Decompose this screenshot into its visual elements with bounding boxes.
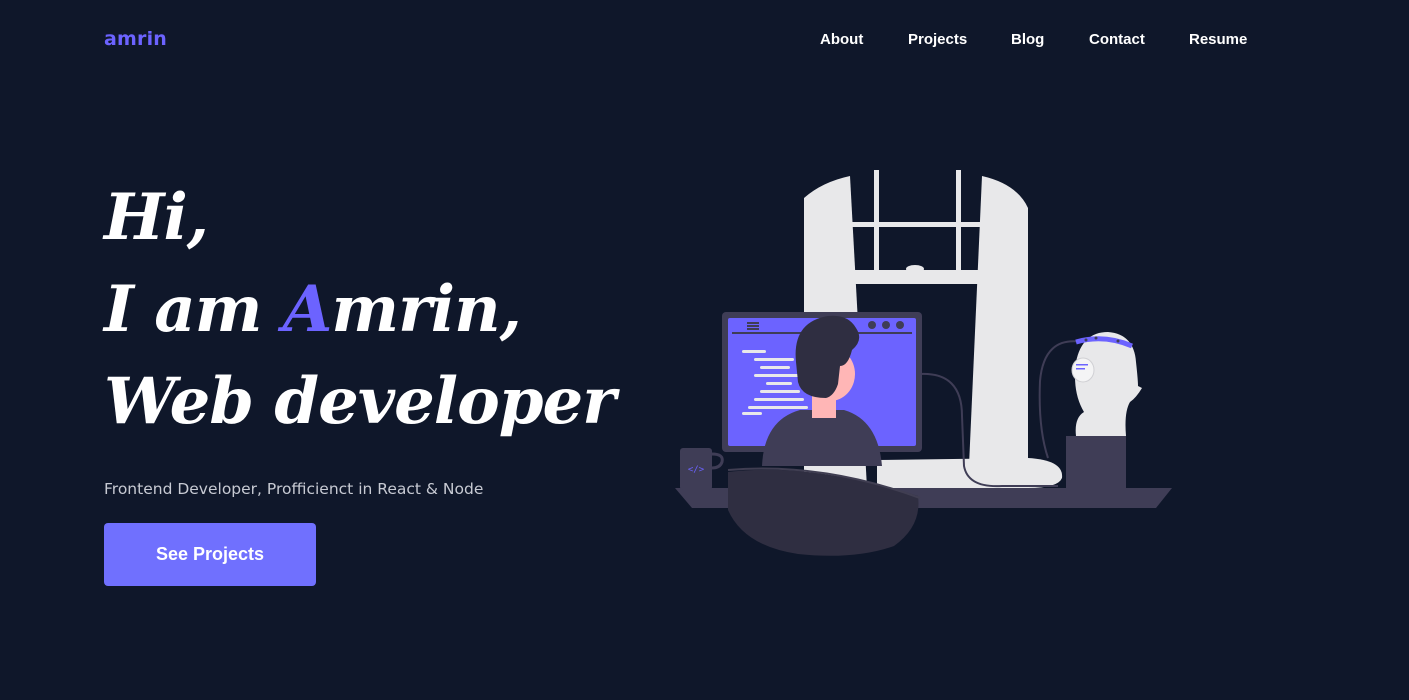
hero-role: Web developer: [104, 364, 616, 439]
hero-subtitle: Frontend Developer, Profficienct in Reac…: [104, 480, 484, 498]
site-logo[interactable]: amrin: [104, 28, 167, 50]
mug-illustration: </>: [680, 448, 724, 490]
hero-name-prefix: I am: [104, 272, 283, 347]
hero-name-rest: mrin,: [331, 272, 522, 347]
nav-link-blog[interactable]: Blog: [1011, 31, 1044, 48]
developer-at-desk-illustration: </>: [675, 170, 1172, 556]
nav-link-contact[interactable]: Contact: [1089, 31, 1145, 48]
hero-greeting: Hi,: [104, 180, 209, 255]
nav-link-about[interactable]: About: [820, 31, 863, 48]
see-projects-button[interactable]: See Projects: [104, 523, 316, 586]
nav-link-resume[interactable]: Resume: [1189, 31, 1247, 48]
hero-name-line: I am Amrin,: [104, 264, 615, 356]
bust-illustration: [1066, 332, 1142, 490]
hero-name-initial: A: [282, 272, 333, 347]
mug-code-glyph: </>: [688, 465, 705, 475]
hero-heading: Hi, I am Amrin, Web developer: [104, 172, 616, 448]
nav-link-projects[interactable]: Projects: [908, 31, 967, 48]
